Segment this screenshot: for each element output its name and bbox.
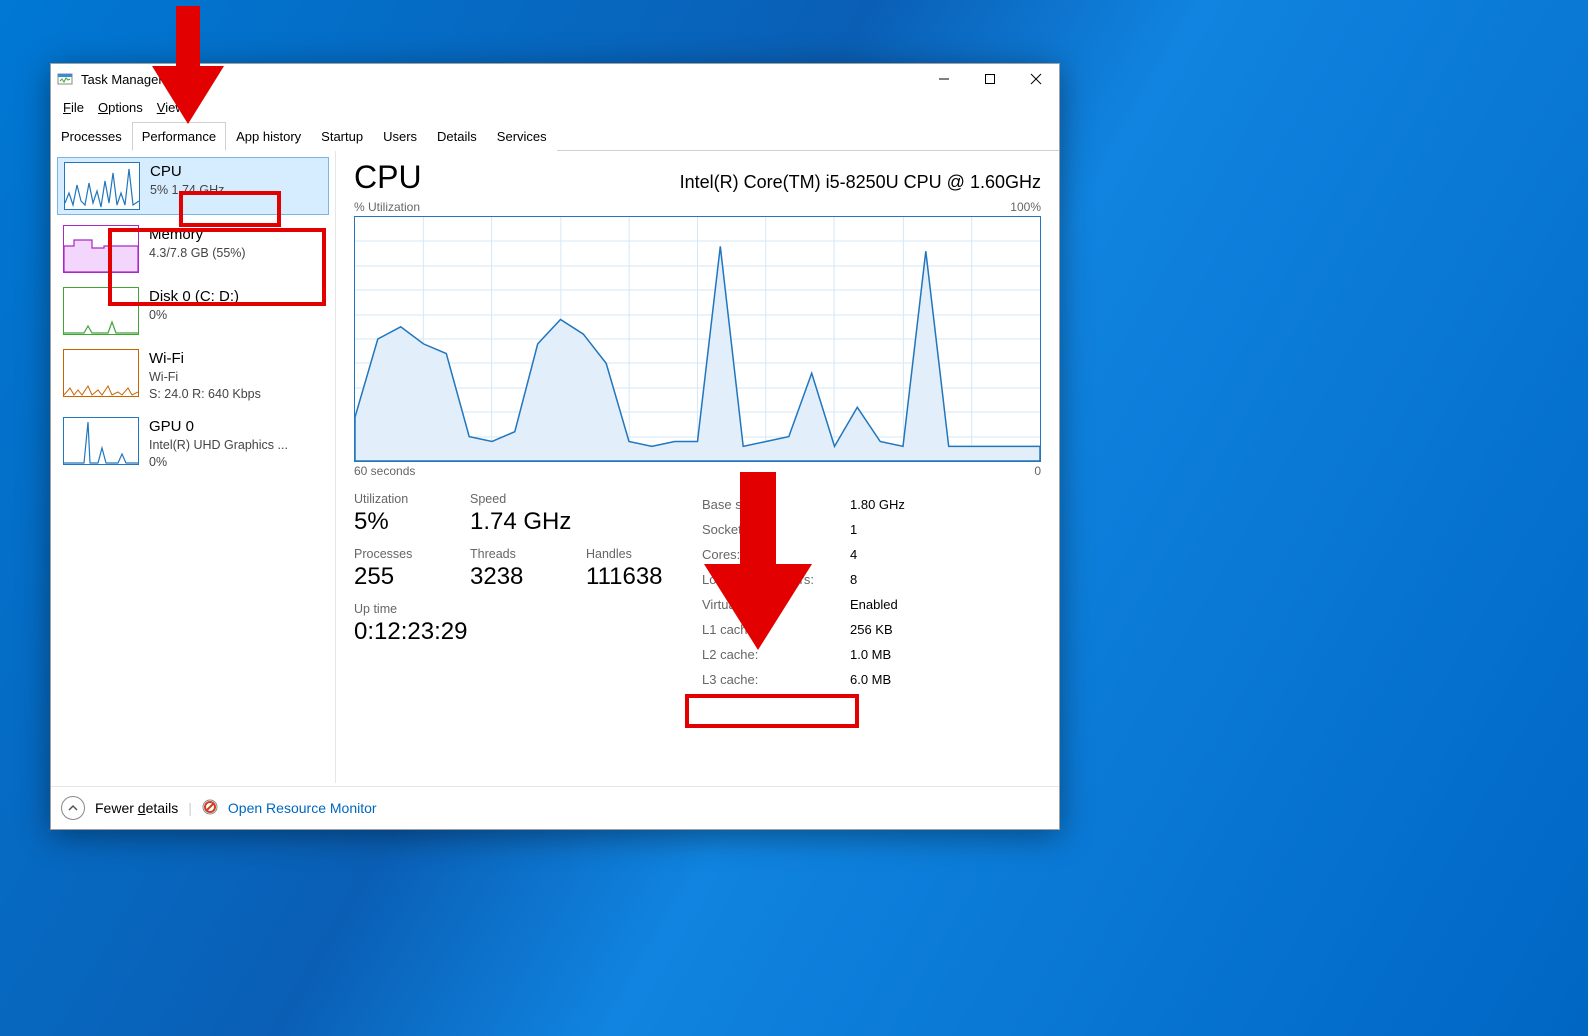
chevron-up-icon[interactable] [61,796,85,820]
sidebar-item-label: Wi-Fi [149,349,261,369]
tab-bar: Processes Performance App history Startu… [51,122,1059,151]
sidebar-item-sub: Wi-Fi [149,369,261,386]
app-icon [57,71,73,87]
sidebar-item-sub: 0% [149,307,239,324]
handles-label: Handles [586,547,672,561]
menu-bar: File Options View [51,94,1059,122]
sidebar-item-sub: 4.3/7.8 GB (55%) [149,245,246,262]
title-bar[interactable]: Task Manager [51,64,1059,94]
sidebar-item-label: Memory [149,225,246,245]
sidebar-item-sub: 5% 1.74 GHz [150,182,224,199]
tab-processes[interactable]: Processes [51,122,132,151]
tab-users[interactable]: Users [373,122,427,151]
sidebar-item-memory[interactable]: Memory 4.3/7.8 GB (55%) [57,221,329,277]
table-row: L3 cache:6.0 MB [702,667,910,692]
sidebar-item-cpu[interactable]: CPU 5% 1.74 GHz [57,157,329,215]
table-row: Sockets:1 [702,517,910,542]
cpu-big-stats: Utilization5% Speed1.74 GHz Processes255… [354,492,672,692]
cpu-info-table: Base speed:1.80 GHz Sockets:1 Cores:4 Lo… [702,492,910,692]
performance-sidebar: CPU 5% 1.74 GHz Memory 4.3/7.8 GB (55%) [51,151,336,783]
task-manager-window: Task Manager File Options View Processes… [50,63,1060,830]
speed-label: Speed [470,492,571,506]
sidebar-item-sub2: S: 24.0 R: 640 Kbps [149,386,261,403]
utilization-value: 5% [354,506,440,537]
tab-services[interactable]: Services [487,122,557,151]
table-row-virtualization: Virtualization:Enabled [702,592,910,617]
disk-thumb-icon [63,287,139,335]
sidebar-item-wifi[interactable]: Wi-Fi Wi-Fi S: 24.0 R: 640 Kbps [57,345,329,407]
sidebar-item-label: GPU 0 [149,417,288,437]
main-panel: CPU Intel(R) Core(TM) i5-8250U CPU @ 1.6… [336,151,1059,783]
close-button[interactable] [1013,64,1059,94]
speed-value: 1.74 GHz [470,506,571,537]
chart-label-bl: 60 seconds [354,464,415,478]
table-row: L2 cache:1.0 MB [702,642,910,667]
cpu-chart [354,216,1041,462]
threads-value: 3238 [470,561,556,592]
cpu-model: Intel(R) Core(TM) i5-8250U CPU @ 1.60GHz [680,172,1041,193]
cpu-thumb-icon [64,162,140,210]
chart-label-br: 0 [1034,464,1041,478]
sidebar-item-sub2: 0% [149,454,288,471]
tab-app-history[interactable]: App history [226,122,311,151]
sidebar-item-label: CPU [150,162,224,182]
processes-value: 255 [354,561,440,592]
minimize-button[interactable] [921,64,967,94]
sidebar-item-sub: Intel(R) UHD Graphics ... [149,437,288,454]
processes-label: Processes [354,547,440,561]
wifi-thumb-icon [63,349,139,397]
panel-title: CPU [354,159,422,196]
memory-thumb-icon [63,225,139,273]
menu-file[interactable]: File [57,98,90,117]
gpu-thumb-icon [63,417,139,465]
uptime-label: Up time [354,602,554,616]
sidebar-item-disk[interactable]: Disk 0 (C: D:) 0% [57,283,329,339]
menu-options[interactable]: Options [92,98,149,117]
menu-view[interactable]: View [151,98,191,117]
table-row: L1 cache:256 KB [702,617,910,642]
resource-monitor-icon [202,799,218,818]
table-row: Logical processors:8 [702,567,910,592]
maximize-button[interactable] [967,64,1013,94]
utilization-label: Utilization [354,492,440,506]
tab-startup[interactable]: Startup [311,122,373,151]
chart-label-tl: % Utilization [354,200,420,214]
fewer-details-button[interactable]: Fewer details [95,800,178,816]
table-row: Base speed:1.80 GHz [702,492,910,517]
handles-value: 111638 [586,561,672,592]
chart-label-tr: 100% [1010,200,1041,214]
table-row: Cores:4 [702,542,910,567]
open-resource-monitor-link[interactable]: Open Resource Monitor [228,800,377,816]
sidebar-item-label: Disk 0 (C: D:) [149,287,239,307]
sidebar-item-gpu[interactable]: GPU 0 Intel(R) UHD Graphics ... 0% [57,413,329,475]
tab-performance[interactable]: Performance [132,122,226,151]
footer-bar: Fewer details | Open Resource Monitor [51,786,1059,829]
tab-details[interactable]: Details [427,122,487,151]
threads-label: Threads [470,547,556,561]
uptime-value: 0:12:23:29 [354,616,554,647]
window-title: Task Manager [81,72,921,87]
